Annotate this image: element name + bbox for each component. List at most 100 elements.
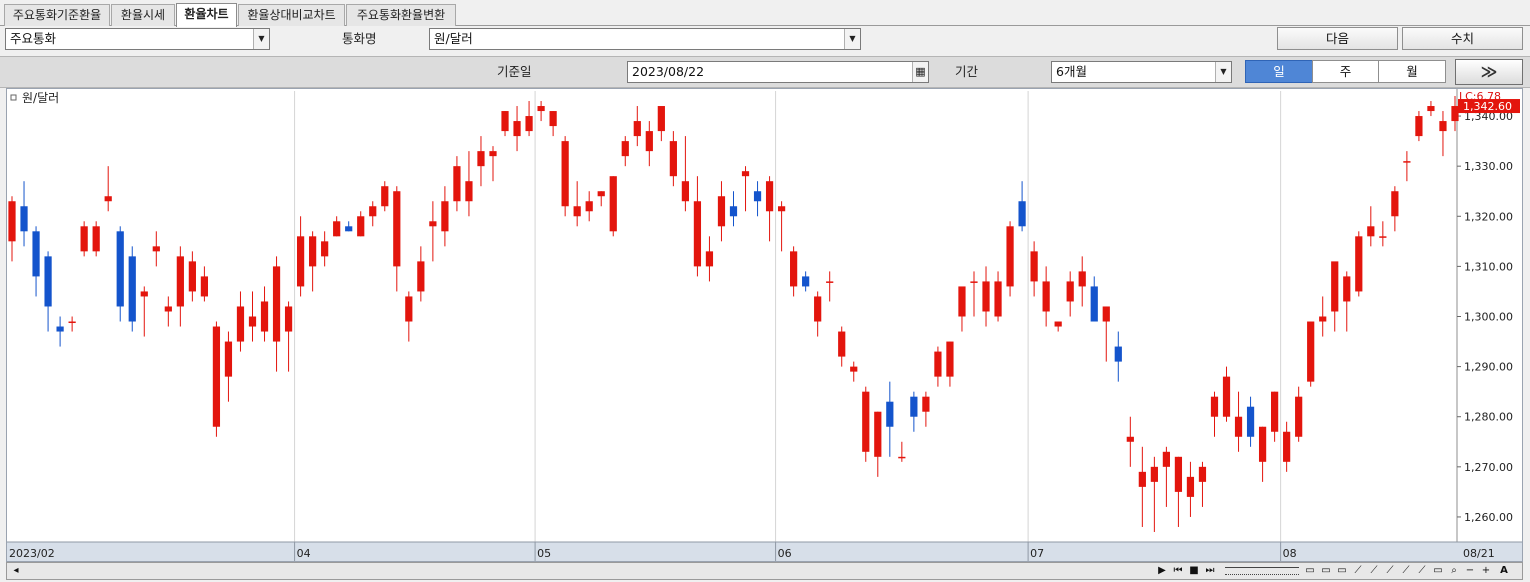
last-price-label: 1,342.60 [1463, 100, 1512, 113]
date-field[interactable]: 2023/08/22 ▦ [627, 61, 929, 83]
trendline-icon[interactable]: ⟋ [1399, 564, 1413, 578]
candle-body [765, 181, 774, 212]
values-button[interactable]: 수치 [1402, 27, 1523, 50]
scroll-left-icon[interactable]: ◂ [9, 564, 23, 578]
candle-body [753, 191, 762, 202]
candle-body [333, 221, 341, 237]
candle-body [561, 141, 569, 207]
candle-body [597, 191, 605, 197]
trendline-icon[interactable]: ⟋ [1351, 564, 1365, 578]
candle-body [850, 366, 858, 372]
candle-body [260, 301, 269, 332]
interval-day-button[interactable]: 일 [1245, 60, 1313, 83]
tab-currency-converter[interactable]: 주요통화환율변환 [346, 4, 456, 26]
chart-area[interactable]: 1,260.00 1,270.00 1,280.00 1,290.00 1,300.00… [6, 88, 1523, 562]
candle-body [309, 236, 317, 267]
chevron-down-icon[interactable]: ▼ [1215, 62, 1231, 82]
period-select[interactable]: 6개월 ▼ [1051, 61, 1232, 83]
candle-body [741, 171, 750, 177]
period-label: 기간 [955, 64, 979, 79]
y-tick-label: 1,290.00 [1464, 361, 1513, 374]
candle-body [1295, 396, 1303, 437]
candle-body [1114, 346, 1122, 362]
tab-major-currency-base-rate[interactable]: 주요통화기준환율 [4, 4, 110, 26]
candle-body [369, 206, 377, 217]
candle-body [1222, 376, 1231, 417]
category-select[interactable]: 주요통화 ▼ [5, 28, 270, 50]
candle-body [321, 241, 329, 257]
candle-body [1234, 416, 1243, 437]
candle-body [441, 201, 449, 232]
x-tick-label: 08 [1283, 547, 1297, 560]
candle-body [1186, 476, 1195, 497]
candle-body [970, 281, 978, 283]
candle-body [1343, 276, 1351, 302]
candle-body [910, 396, 918, 417]
candle-body [669, 141, 677, 177]
candle-body [116, 231, 124, 307]
candle-body [1331, 261, 1339, 312]
tab-relative-compare-chart[interactable]: 환율상대비교차트 [238, 4, 345, 26]
candle-body [1403, 161, 1411, 163]
next-button[interactable]: 다음 [1277, 27, 1398, 50]
calendar-icon[interactable]: ▦ [912, 62, 928, 82]
x-tick-label: 04 [297, 547, 311, 560]
interval-month-button[interactable]: 월 [1378, 60, 1446, 83]
tool-icon[interactable]: ▭ [1319, 564, 1333, 578]
candle-body [1439, 121, 1447, 132]
candle-body [1126, 436, 1134, 442]
legend-marker [10, 94, 17, 101]
first-icon[interactable]: ⏮ [1171, 564, 1185, 578]
zoom-in-icon[interactable]: + [1479, 564, 1493, 578]
candle-body [224, 341, 233, 377]
candle-body [513, 121, 521, 137]
candle-body [236, 306, 245, 342]
zoom-out-icon[interactable]: − [1463, 564, 1477, 578]
period-value: 6개월 [1056, 64, 1087, 79]
candle-body [212, 326, 221, 427]
candle-body [1451, 106, 1459, 122]
candle-body [1283, 431, 1291, 462]
date-label: 기준일 [497, 64, 532, 79]
candle-body [429, 221, 437, 227]
candle-body [104, 196, 112, 202]
candle-body [549, 111, 557, 127]
font-icon[interactable]: A [1497, 564, 1511, 578]
y-tick-label: 1,260.00 [1464, 511, 1513, 524]
candle-body [898, 456, 906, 459]
interval-week-button[interactable]: 주 [1312, 60, 1379, 83]
stop-icon[interactable]: ■ [1187, 564, 1201, 578]
candle-body [381, 186, 389, 207]
play-icon[interactable]: ▶ [1155, 564, 1169, 578]
candle-body [693, 201, 702, 267]
tab-exchange-chart[interactable]: 환율차트 [176, 3, 237, 27]
candle-body [609, 176, 617, 232]
candle-body [922, 396, 930, 412]
candle-body [657, 106, 665, 132]
trendline-icon[interactable]: ⟋ [1383, 564, 1397, 578]
candle-body [68, 321, 76, 324]
tab-exchange-quotes[interactable]: 환율시세 [111, 4, 175, 26]
last-icon[interactable]: ⏭ [1203, 564, 1217, 578]
candle-body [1379, 236, 1387, 238]
tool-icon[interactable]: ▭ [1303, 564, 1317, 578]
double-arrow-button[interactable]: ≫ [1455, 59, 1523, 85]
currency-select[interactable]: 원/달러 ▼ [429, 28, 861, 50]
chevron-down-icon[interactable]: ▼ [253, 29, 269, 49]
chevron-down-icon[interactable]: ▼ [844, 29, 860, 49]
candlestick-chart[interactable]: 1,260.00 1,270.00 1,280.00 1,290.00 1,300.00… [7, 89, 1522, 561]
candle-body [1258, 426, 1267, 462]
trendline-icon[interactable]: ⟋ [1415, 564, 1429, 578]
candle-body [573, 206, 581, 217]
tool-icon[interactable]: ▭ [1431, 564, 1445, 578]
y-tick-label: 1,320.00 [1464, 210, 1513, 223]
trendline-icon[interactable]: ⟋ [1367, 564, 1381, 578]
y-tick-label: 1,310.00 [1464, 260, 1513, 273]
magnifier-icon[interactable]: ⌕ [1447, 564, 1461, 578]
tool-icon[interactable]: ▭ [1335, 564, 1349, 578]
candle-body [128, 256, 136, 322]
candle-body [1018, 201, 1026, 227]
scroll-bar[interactable]: ◂ ▶ ⏮ ■ ⏭ ▭ ▭ ▭ ⟋ ⟋ ⟋ ⟋ ⟋ ▭ ⌕ − + A [6, 562, 1523, 580]
zoom-slider[interactable] [1225, 567, 1299, 575]
candle-body [1198, 466, 1207, 482]
